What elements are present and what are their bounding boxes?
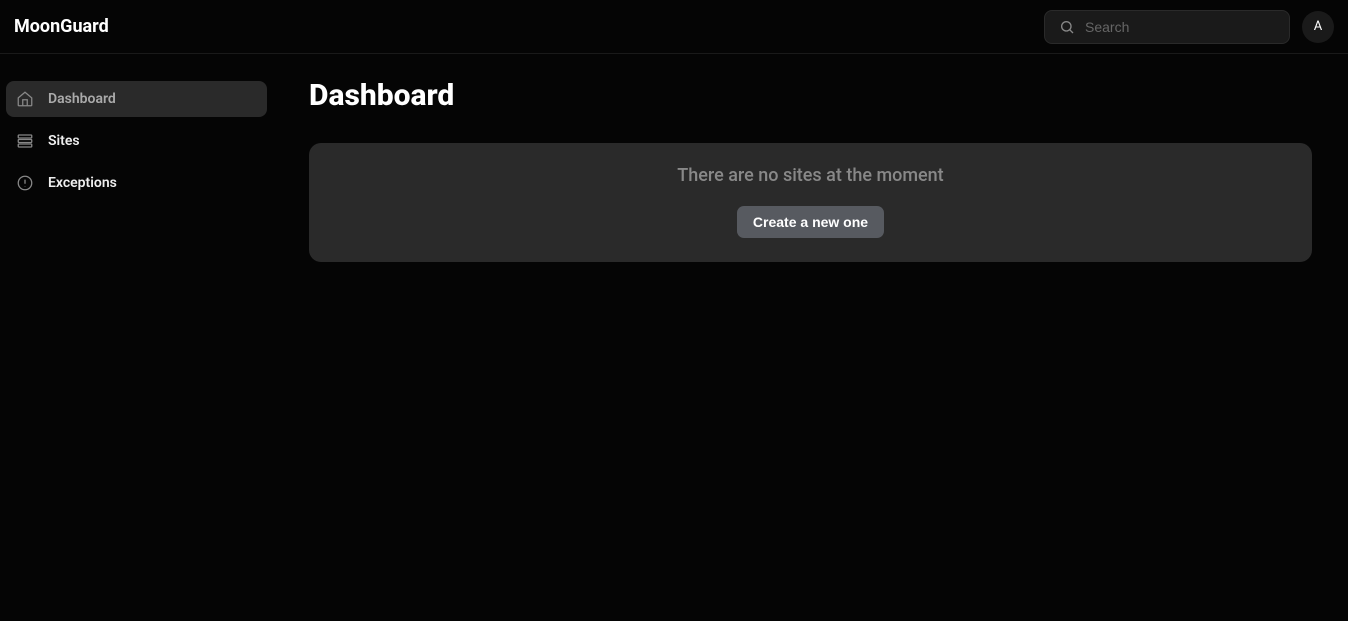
sidebar-item-dashboard[interactable]: Dashboard bbox=[6, 81, 267, 117]
sidebar-item-label: Sites bbox=[48, 133, 80, 149]
page-title: Dashboard bbox=[309, 78, 1312, 113]
search-icon bbox=[1059, 19, 1075, 35]
sidebar-item-sites[interactable]: Sites bbox=[6, 123, 267, 159]
create-new-button[interactable]: Create a new one bbox=[737, 206, 884, 238]
empty-state-message: There are no sites at the moment bbox=[677, 165, 943, 186]
empty-state-card: There are no sites at the moment Create … bbox=[309, 143, 1312, 262]
sidebar-item-label: Dashboard bbox=[48, 91, 116, 107]
sidebar: Dashboard Sites Exceptions bbox=[0, 54, 273, 621]
home-icon bbox=[16, 90, 34, 108]
avatar[interactable]: A bbox=[1302, 11, 1334, 43]
sidebar-item-label: Exceptions bbox=[48, 175, 117, 191]
layout: Dashboard Sites Exceptions Dashboard The… bbox=[0, 54, 1348, 621]
queue-icon bbox=[16, 132, 34, 150]
search-input[interactable] bbox=[1085, 19, 1275, 35]
main-content: Dashboard There are no sites at the mome… bbox=[273, 54, 1348, 621]
sidebar-item-exceptions[interactable]: Exceptions bbox=[6, 165, 267, 201]
brand-title: MoonGuard bbox=[14, 16, 109, 37]
header: MoonGuard A bbox=[0, 0, 1348, 54]
search-container[interactable] bbox=[1044, 10, 1290, 44]
header-right: A bbox=[1044, 10, 1334, 44]
alert-circle-icon bbox=[16, 174, 34, 192]
